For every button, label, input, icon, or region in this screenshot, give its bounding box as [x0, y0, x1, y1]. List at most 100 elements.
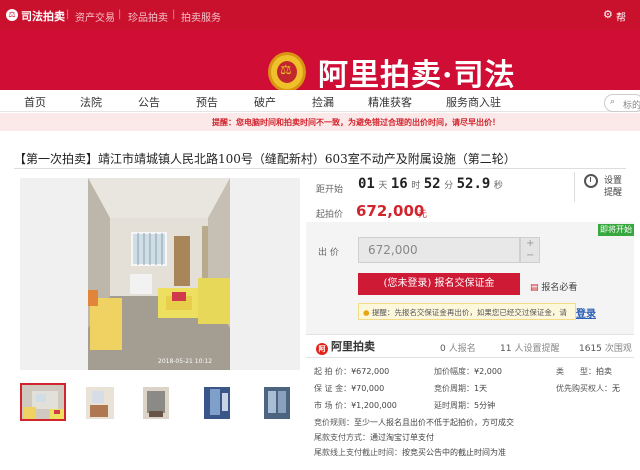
status-badge: 即将开始 — [598, 224, 634, 236]
bid-label: 出 价 — [318, 248, 339, 258]
detail-payment-label: 尾款支付方式： — [314, 433, 370, 442]
detail-priority: 优先购买权人：无 — [556, 383, 620, 394]
detail-start-price-value: ¥672,000 — [351, 367, 390, 376]
search-icon: ⌕ — [610, 97, 616, 107]
main-nav: 首页 法院 公告 预告 破产 捡漏 精准获客 服务商入驻 ⌕ 标的 — [0, 90, 640, 112]
reminder-count-label: 人设置提醒 — [514, 344, 560, 354]
bid-stepper[interactable]: + − — [520, 237, 540, 263]
alarm-clock-icon[interactable] — [584, 174, 598, 188]
detail-market-label: 市 场 价： — [314, 401, 352, 410]
topbar-separator: | — [172, 9, 176, 20]
detail-start-price-label: 起 拍 价： — [314, 367, 352, 376]
login-hint: ● 提醒：先报名交保证金再出价，如果您已经交过保证金，请 — [358, 303, 576, 320]
detail-period-value: 1天 — [474, 384, 488, 393]
gear-icon[interactable]: ⚙ — [603, 8, 613, 21]
countdown-days-unit: 天 — [378, 181, 388, 191]
detail-type: 类 型：拍卖 — [556, 366, 612, 377]
signup-count-stat: 0 人报名 — [440, 341, 476, 354]
countdown-hours-unit: 时 — [411, 181, 421, 191]
topbar-link-service[interactable]: 拍卖服务 — [181, 9, 221, 24]
must-read-link[interactable]: 报名必看 — [530, 280, 577, 293]
nav-item-bankruptcy[interactable]: 破产 — [254, 94, 276, 110]
topbar-help-link[interactable]: 帮 — [616, 9, 626, 24]
site-logo-text[interactable]: 阿里拍卖·司法 — [318, 50, 515, 94]
ali-logo-text: 阿里拍卖 — [331, 340, 375, 353]
topbar-separator: | — [118, 9, 122, 20]
detail-increment-value: ¥2,000 — [474, 367, 502, 376]
topbar-link-asset[interactable]: 资产交易 — [75, 9, 115, 24]
top-bar: ⚖ 司法拍卖 | 资产交易 | 珍品拍卖 | 拍卖服务 ⚙ 帮 — [0, 0, 640, 30]
set-reminder-label-2[interactable]: 提醒 — [604, 185, 622, 198]
increase-icon[interactable]: + — [526, 238, 534, 249]
countdown-label: 距开始 — [316, 185, 344, 195]
nav-item-leads[interactable]: 精准获客 — [368, 94, 412, 110]
detail-payment: 尾款支付方式：通过淘宝订单支付 — [314, 432, 434, 443]
reminder-count-stat: 11 人设置提醒 — [500, 341, 559, 354]
page-title: 【第一次拍卖】靖江市靖城镇人民北路100号（缝配新村）603室不动产及附属设施（… — [14, 152, 516, 166]
nav-item-preview[interactable]: 预告 — [196, 94, 218, 110]
detail-rule: 竞价规则：至少一人报名且出价不低于起拍价，方可成交 — [314, 417, 514, 428]
nav-item-court[interactable]: 法院 — [80, 94, 102, 110]
topbar-link-treasure[interactable]: 珍品拍卖 — [128, 9, 168, 24]
detail-delay: 延时周期：5分钟 — [434, 400, 495, 411]
bid-amount-input[interactable]: 672,000 — [358, 237, 520, 263]
search-input[interactable]: ⌕ 标的 — [604, 94, 640, 112]
room-photo-image[interactable]: 2018-05-21 10:12 — [88, 178, 230, 370]
start-price-unit: 元 — [418, 210, 428, 220]
warning-icon: ● — [363, 308, 370, 317]
nav-item-provider[interactable]: 服务商入驻 — [446, 94, 501, 110]
header-banner: 阿里拍卖·司法 — [0, 30, 640, 93]
countdown-minutes-unit: 分 — [444, 181, 454, 191]
ali-auction-logo: 阿阿里拍卖 — [316, 338, 375, 355]
detail-rule-value: 至少一人报名且出价不低于起拍价，方可成交 — [354, 418, 514, 427]
detail-type-value: 拍卖 — [596, 367, 612, 376]
thumbnail-4[interactable] — [194, 383, 240, 421]
detail-deadline-label: 尾款线上支付截止时间： — [314, 448, 402, 457]
title-divider — [14, 168, 626, 169]
hint-text: 先报名交保证金再出价，如果您已经交过保证金，请 — [394, 308, 567, 317]
reminder-count: 11 — [500, 344, 512, 354]
search-placeholder: 标的 — [623, 101, 640, 111]
countdown-seconds-unit: 秒 — [493, 181, 503, 191]
photo-timestamp: 2018-05-21 10:12 — [158, 358, 212, 365]
nav-item-announcement[interactable]: 公告 — [138, 94, 160, 110]
detail-payment-value: 通过淘宝订单支付 — [370, 433, 434, 442]
detail-deposit: 保 证 金：¥70,000 — [314, 383, 384, 394]
detail-delay-value: 5分钟 — [474, 401, 496, 410]
login-link[interactable]: 登录 — [576, 305, 596, 320]
detail-rule-label: 竞价规则： — [314, 418, 354, 427]
view-count-stat: 1615 次围观 — [579, 341, 632, 354]
decrease-icon[interactable]: − — [526, 250, 534, 261]
hint-prefix: 提醒： — [371, 308, 395, 317]
nav-item-home[interactable]: 首页 — [24, 94, 46, 110]
detail-deposit-value: ¥70,000 — [351, 384, 385, 393]
detail-market-value: ¥1,200,000 — [351, 401, 397, 410]
detail-period: 竞价周期：1天 — [434, 383, 487, 394]
countdown-minutes: 52 — [423, 176, 441, 192]
view-count: 1615 — [579, 344, 602, 354]
ali-logo-icon: 阿 — [316, 343, 328, 355]
detail-period-label: 竞价周期： — [434, 384, 474, 393]
signup-count-label: 人报名 — [448, 344, 476, 354]
start-price-label: 起拍价 — [316, 210, 344, 220]
court-seal-icon: ⚖ — [6, 9, 18, 21]
vertical-divider — [574, 172, 575, 202]
signup-deposit-button[interactable]: (您未登录) 报名交保证金 — [358, 273, 520, 295]
court-emblem-icon — [268, 52, 306, 92]
signup-count: 0 — [440, 344, 446, 354]
thumbnail-5[interactable] — [254, 383, 300, 421]
countdown-seconds: 52.9 — [456, 176, 491, 192]
thumbnail-1[interactable] — [20, 383, 66, 421]
time-warning-banner: 提醒：您电脑时间和拍卖时间不一致，为避免错过合理的出价时间，请尽早出价！ — [0, 113, 640, 131]
thumbnail-2[interactable] — [76, 383, 122, 421]
detail-type-label: 类 型： — [556, 367, 596, 376]
thumbnail-3[interactable] — [133, 383, 179, 421]
detail-priority-label: 优先购买权人： — [556, 384, 612, 393]
countdown-hours: 16 — [390, 176, 408, 192]
topbar-separator: | — [66, 9, 70, 20]
nav-item-bargain[interactable]: 捡漏 — [312, 94, 334, 110]
detail-priority-value: 无 — [612, 384, 620, 393]
detail-deadline-value: 按竞买公告中的截止时间为准 — [402, 448, 506, 457]
topbar-brand-link[interactable]: 司法拍卖 — [21, 8, 65, 24]
start-price-value: 672,000 — [356, 202, 425, 220]
